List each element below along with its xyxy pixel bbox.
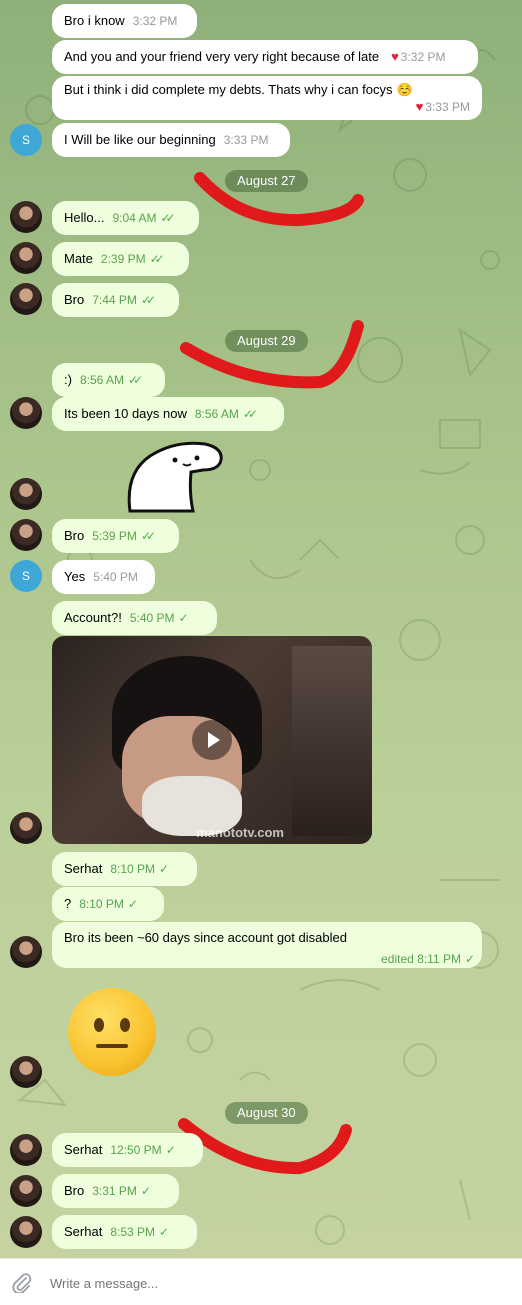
- blob-sticker-icon: [127, 441, 223, 513]
- message-time: 8:53 PM: [110, 1225, 156, 1239]
- emoji-mouth: [96, 1044, 128, 1048]
- message-time: 7:44 PM: [92, 293, 137, 307]
- avatar-photo[interactable]: [10, 201, 42, 233]
- message-outgoing[interactable]: Bro 3:31 PM ✓: [52, 1174, 179, 1208]
- double-check-icon: ✓✓: [160, 211, 176, 225]
- message-outgoing[interactable]: Serhat 12:50 PM ✓: [52, 1133, 203, 1167]
- message-outgoing[interactable]: Bro 5:39 PM ✓✓: [52, 519, 179, 553]
- message-outgoing[interactable]: Bro its been ~60 days since account got …: [52, 922, 482, 968]
- emoji-eye-right: [120, 1018, 130, 1032]
- double-check-icon: ✓✓: [140, 293, 156, 307]
- chat-area[interactable]: August 27 August 29 August 30 Bro i know…: [0, 0, 522, 1258]
- avatar-s[interactable]: S: [10, 560, 42, 592]
- message-text: Account?!: [64, 610, 122, 625]
- sticker-blob[interactable]: [125, 438, 225, 516]
- message-time: 5:40 PM: [129, 611, 175, 625]
- single-check-icon: ✓: [140, 1184, 151, 1198]
- double-check-icon: ✓✓: [127, 373, 143, 387]
- message-input-bar: [0, 1258, 522, 1305]
- message-text: Hello...: [64, 210, 105, 225]
- double-check-icon: ✓✓: [140, 529, 156, 543]
- message-time: 8:10 PM: [79, 897, 124, 911]
- message-text: Serhat: [64, 1224, 103, 1239]
- message-outgoing[interactable]: Its been 10 days now 8:56 AM ✓✓: [52, 397, 284, 431]
- single-check-icon: ✓: [159, 862, 169, 876]
- avatar-photo[interactable]: [10, 1056, 42, 1088]
- avatar-photo[interactable]: [10, 397, 42, 429]
- double-check-icon: ✓✓: [242, 407, 258, 421]
- message-text: :): [64, 372, 72, 387]
- single-check-icon: ✓: [159, 1225, 169, 1239]
- play-icon: [208, 732, 220, 748]
- avatar-photo[interactable]: [10, 936, 42, 968]
- message-text: Bro: [64, 292, 85, 307]
- video-watermark: manototv.com: [196, 825, 284, 840]
- single-check-icon: ✓: [127, 897, 138, 911]
- single-check-icon: ✓: [165, 1143, 176, 1157]
- message-outgoing[interactable]: Account?! 5:40 PM ✓: [52, 601, 217, 635]
- single-check-icon: ✓: [178, 611, 189, 625]
- message-time: 8:56 AM: [79, 373, 124, 387]
- single-check-icon: ✓: [464, 952, 475, 966]
- neutral-face-emoji[interactable]: [68, 988, 156, 1076]
- message-time: 5:39 PM: [92, 529, 137, 543]
- avatar-photo[interactable]: [10, 1216, 42, 1248]
- avatar-photo[interactable]: [10, 1175, 42, 1207]
- message-time: 5:40 PM: [93, 570, 138, 584]
- emoji-eye-left: [94, 1018, 104, 1032]
- message-outgoing[interactable]: :) 8:56 AM ✓✓: [52, 363, 165, 397]
- video-frame-background: [292, 646, 372, 836]
- message-outgoing[interactable]: Bro 7:44 PM ✓✓: [52, 283, 179, 317]
- message-text: Bro its been ~60 days since account got …: [64, 930, 347, 945]
- message-input[interactable]: [48, 1271, 492, 1295]
- message-outgoing[interactable]: Serhat 8:53 PM ✓: [52, 1215, 197, 1249]
- message-incoming[interactable]: Yes 5:40 PM: [52, 560, 155, 594]
- avatar-photo[interactable]: [10, 283, 42, 315]
- avatar-photo[interactable]: [10, 519, 42, 551]
- double-check-icon: ✓✓: [149, 252, 165, 266]
- message-outgoing[interactable]: ? 8:10 PM ✓: [52, 887, 164, 921]
- avatar-photo[interactable]: [10, 242, 42, 274]
- play-button[interactable]: [192, 720, 232, 760]
- paperclip-icon[interactable]: [10, 1271, 32, 1293]
- message-text: ?: [64, 896, 72, 911]
- video-message[interactable]: manototv.com: [52, 636, 372, 844]
- message-time: 9:04 AM: [112, 211, 157, 225]
- avatar-photo[interactable]: [10, 1134, 42, 1166]
- avatar-photo[interactable]: [10, 812, 42, 844]
- message-time: edited 8:11 PM: [381, 952, 461, 966]
- message-text: Its been 10 days now: [64, 406, 187, 421]
- message-time: 8:10 PM: [110, 862, 156, 876]
- message-text: Serhat: [64, 861, 103, 876]
- message-time: 12:50 PM: [110, 1143, 162, 1157]
- message-time: 2:39 PM: [100, 252, 146, 266]
- message-text: Serhat: [64, 1142, 103, 1157]
- message-text: Bro: [64, 528, 85, 543]
- message-text: Mate: [64, 251, 93, 266]
- message-text: Bro: [64, 1183, 85, 1198]
- message-text: Yes: [64, 569, 86, 584]
- message-time: 3:31 PM: [92, 1184, 137, 1198]
- message-outgoing[interactable]: Hello... 9:04 AM ✓✓: [52, 201, 199, 235]
- message-outgoing[interactable]: Mate 2:39 PM ✓✓: [52, 242, 189, 276]
- message-time: 8:56 AM: [194, 407, 239, 421]
- avatar-photo[interactable]: [10, 478, 42, 510]
- message-outgoing[interactable]: Serhat 8:10 PM ✓: [52, 852, 197, 886]
